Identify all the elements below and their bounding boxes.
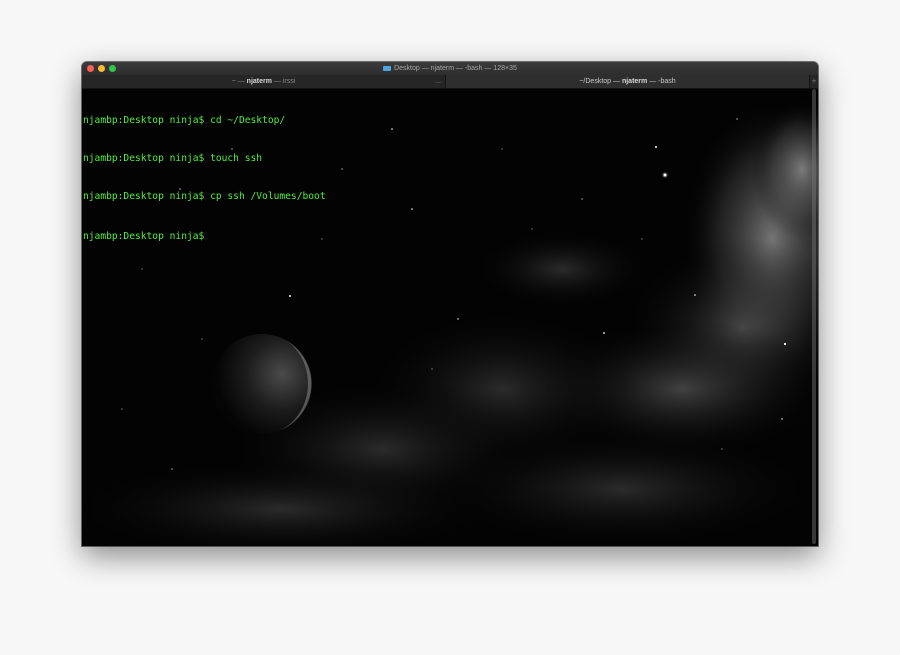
terminal-line: njambp:Desktop ninja$ touch ssh (83, 152, 263, 164)
scrollbar[interactable] (811, 89, 817, 544)
scrollbar-thumb[interactable] (812, 89, 816, 544)
terminal-cursor (210, 230, 216, 240)
terminal-output[interactable]: njambp:Desktop ninja$ cd ~/Desktop/ njam… (83, 89, 326, 269)
tab-label-suffix: — irssi (271, 78, 296, 85)
tab-bar: ~ — njaterm — irssi ... ~/Desktop — njat… (82, 75, 818, 89)
tab-label-bold: njaterm (246, 78, 272, 85)
terminal-line: njambp:Desktop ninja$ cp ssh /Volumes/bo… (83, 191, 326, 203)
new-tab-button[interactable]: + (810, 75, 818, 88)
tab-irssi[interactable]: ~ — njaterm — irssi ... (82, 75, 446, 88)
tab-label-prefix: ~ — (231, 78, 247, 85)
window-title-text: Desktop — njaterm — -bash — 128×35 (394, 65, 517, 72)
terminal-prompt: njambp:Desktop ninja$ (83, 230, 211, 242)
terminal-prompt-line: njambp:Desktop ninja$ (83, 230, 326, 244)
terminal-window: Desktop — njaterm — -bash — 128×35 ~ — n… (82, 62, 818, 546)
tab-overflow-indicator[interactable]: ... (435, 75, 441, 88)
window-title: Desktop — njaterm — -bash — 128×35 (82, 62, 818, 75)
terminal-line: njambp:Desktop ninja$ cd ~/Desktop/ (83, 114, 286, 126)
tab-label-prefix: ~/Desktop — (579, 78, 622, 85)
title-bar[interactable]: Desktop — njaterm — -bash — 128×35 (82, 62, 818, 76)
folder-icon (383, 66, 392, 71)
tab-label-suffix: — -bash (647, 78, 676, 85)
terminal-content[interactable]: njambp:Desktop ninja$ cd ~/Desktop/ njam… (82, 89, 818, 546)
tab-bash[interactable]: ~/Desktop — njaterm — -bash (446, 75, 810, 88)
tab-label-bold: njaterm (621, 78, 648, 85)
